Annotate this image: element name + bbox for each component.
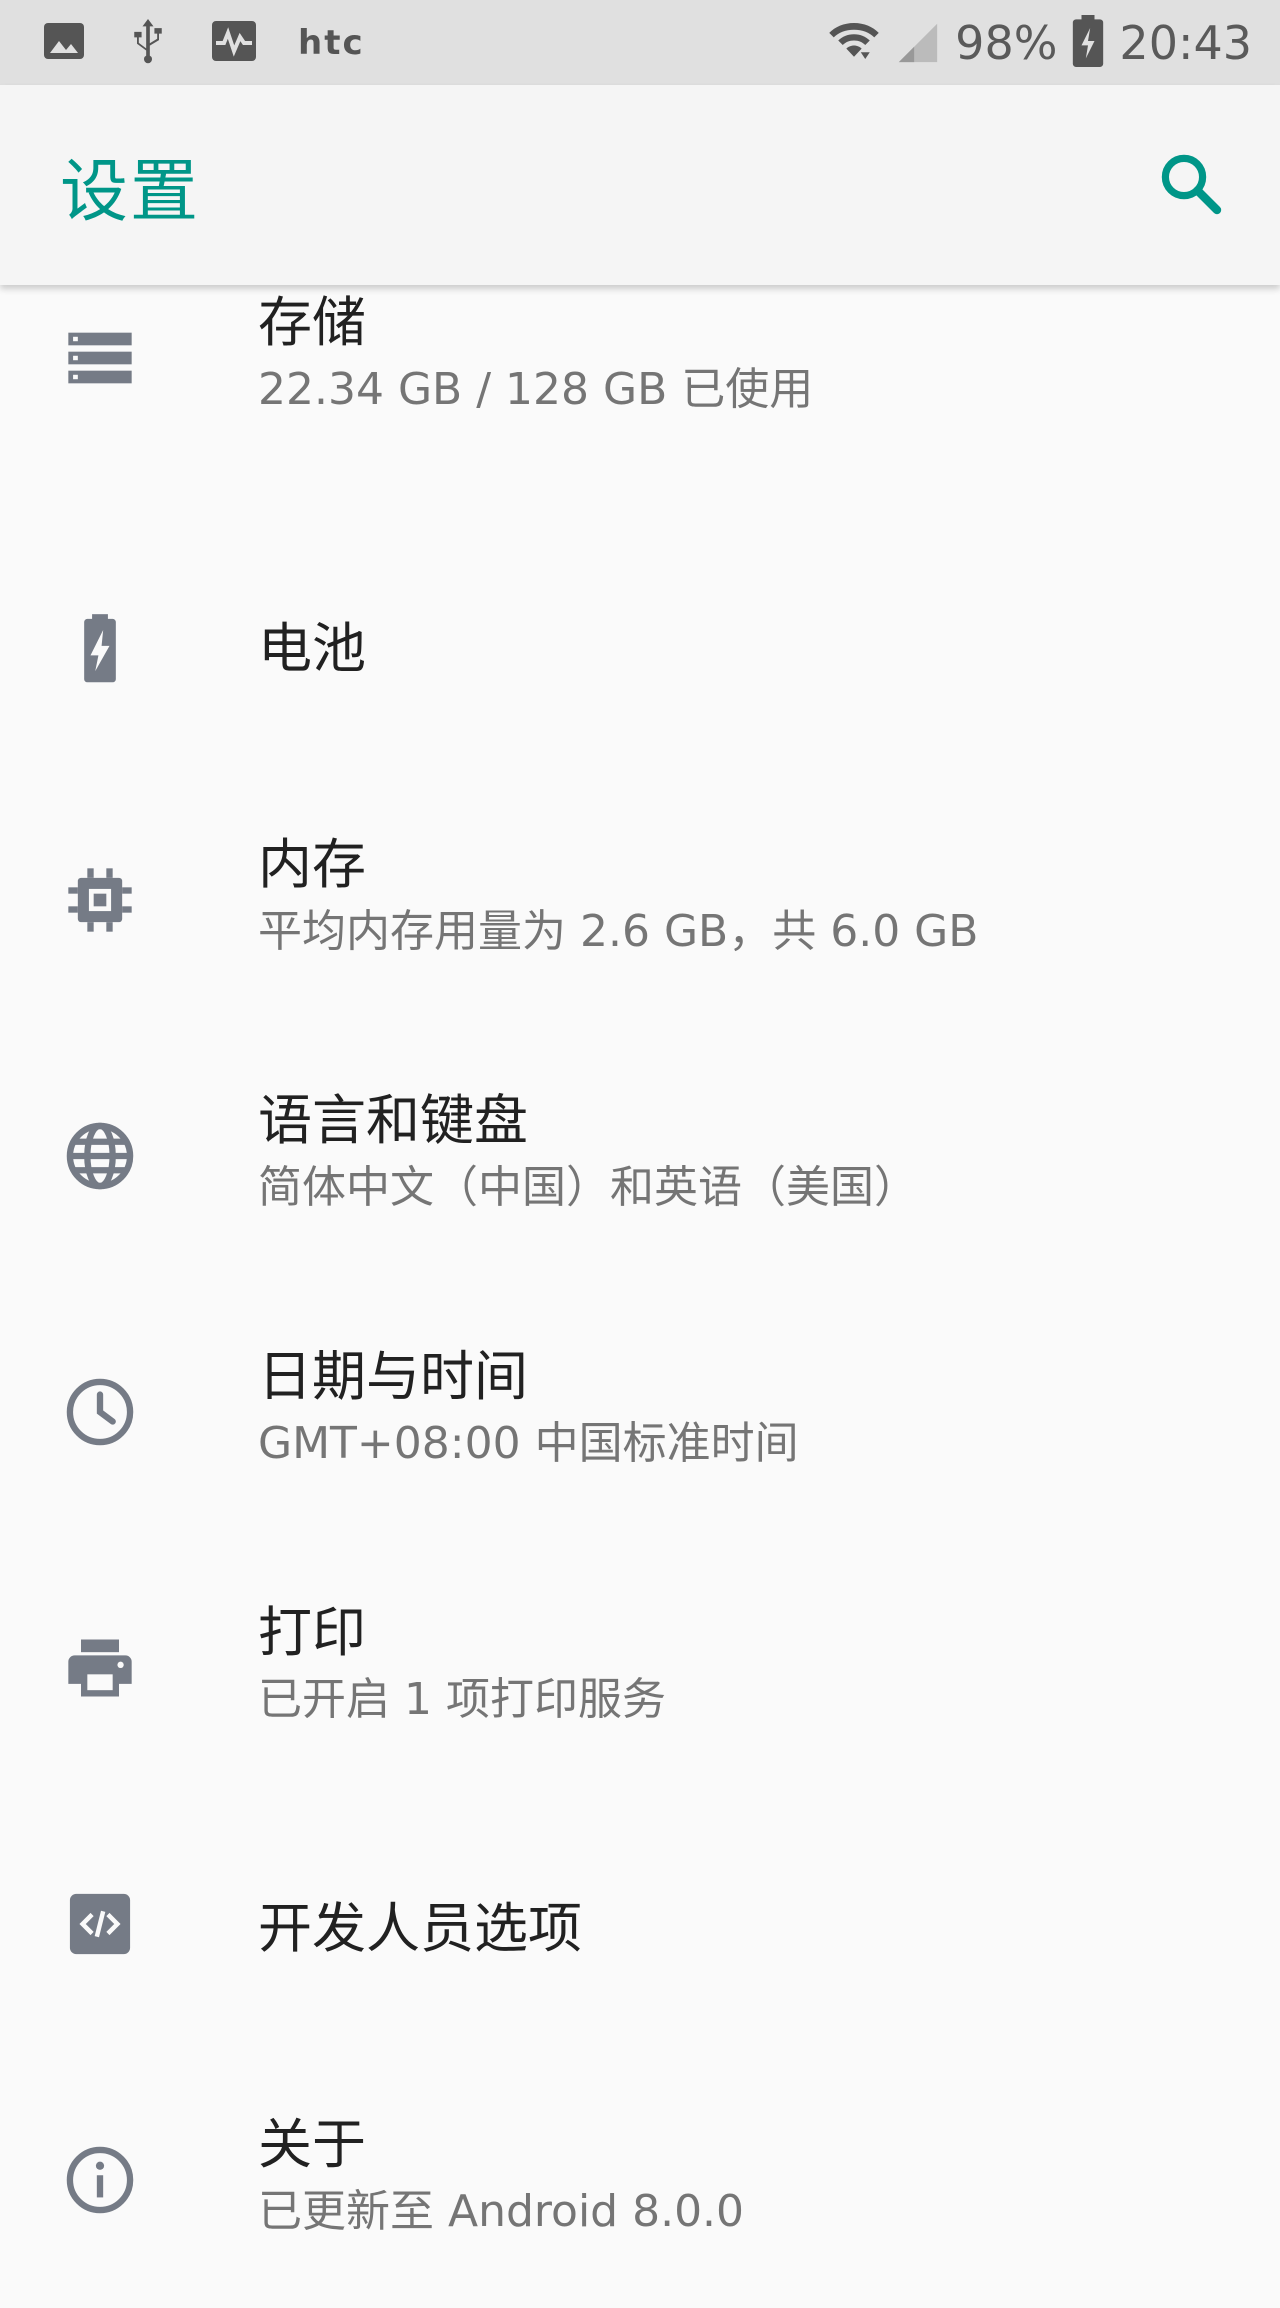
setting-item-language[interactable]: 语言和键盘 简体中文（中国）和英语（美国） [0, 1028, 1280, 1284]
setting-title: 日期与时间 [258, 1345, 528, 1408]
battery-charging-icon [1071, 14, 1105, 71]
setting-item-date-time[interactable]: 日期与时间 GMT+08:00 中国标准时间 [0, 1284, 1280, 1540]
setting-summary: GMT+08:00 中国标准时间 [258, 1418, 799, 1469]
usb-icon [126, 15, 170, 71]
carrier-logo: htc [298, 22, 365, 63]
page-title: 设置 [60, 152, 201, 232]
status-bar: htc 98% 20:43 [0, 0, 1280, 85]
setting-texts: 电池 [258, 616, 1240, 682]
setting-item-developer-options[interactable]: 开发人员选项 [0, 1796, 1280, 2052]
setting-texts: 开发人员选项 [258, 1896, 1240, 1962]
setting-summary: 已开启 1 项打印服务 [258, 1674, 666, 1725]
setting-title: 开发人员选项 [258, 1897, 582, 1960]
setting-title: 打印 [258, 1601, 366, 1664]
signal-icon [895, 16, 941, 70]
setting-summary: 22.34 GB / 128 GB 已使用 [258, 364, 814, 415]
setting-texts: 内存 平均内存用量为 2.6 GB，共 6.0 GB [258, 832, 1240, 962]
setting-summary: 平均内存用量为 2.6 GB，共 6.0 GB [258, 906, 979, 957]
storage-icon [62, 320, 138, 396]
settings-list: 存储 22.34 GB / 128 GB 已使用 电池 内存 平均内存用量为 2… [0, 260, 1280, 2308]
globe-icon [62, 1118, 138, 1194]
setting-item-memory[interactable]: 内存 平均内存用量为 2.6 GB，共 6.0 GB [0, 772, 1280, 1028]
battery-icon [62, 611, 138, 687]
setting-title: 语言和键盘 [258, 1089, 528, 1152]
clock-icon [62, 1374, 138, 1450]
setting-title: 内存 [258, 833, 366, 896]
search-button[interactable] [1150, 145, 1230, 225]
status-bar-left: htc [40, 15, 403, 71]
status-bar-right: 98% 20:43 [813, 14, 1252, 72]
image-icon [40, 17, 88, 69]
setting-item-about[interactable]: 关于 已更新至 Android 8.0.0 [0, 2052, 1280, 2308]
battery-percent: 98% [955, 15, 1058, 70]
printer-icon [62, 1630, 138, 1706]
setting-item-battery[interactable]: 电池 [0, 516, 1280, 772]
pulse-icon [208, 17, 260, 69]
setting-texts: 打印 已开启 1 项打印服务 [258, 1600, 1240, 1730]
setting-summary: 简体中文（中国）和英语（美国） [258, 1162, 918, 1213]
setting-item-printing[interactable]: 打印 已开启 1 项打印服务 [0, 1540, 1280, 1796]
setting-texts: 日期与时间 GMT+08:00 中国标准时间 [258, 1344, 1240, 1474]
setting-texts: 关于 已更新至 Android 8.0.0 [258, 2112, 1240, 2242]
clock-time: 20:43 [1119, 15, 1252, 70]
memory-icon [62, 862, 138, 938]
search-icon [1154, 147, 1226, 223]
developer-icon [62, 1886, 138, 1962]
app-bar: 设置 [0, 85, 1280, 285]
setting-title: 电池 [258, 617, 366, 680]
setting-title: 存储 [258, 291, 366, 354]
setting-summary: 已更新至 Android 8.0.0 [258, 2186, 745, 2237]
info-icon [62, 2142, 138, 2218]
setting-texts: 存储 22.34 GB / 128 GB 已使用 [258, 290, 1240, 420]
setting-item-storage[interactable]: 存储 22.34 GB / 128 GB 已使用 [0, 260, 1280, 516]
setting-title: 关于 [258, 2113, 366, 2176]
setting-texts: 语言和键盘 简体中文（中国）和英语（美国） [258, 1088, 1240, 1218]
wifi-icon [827, 14, 881, 72]
